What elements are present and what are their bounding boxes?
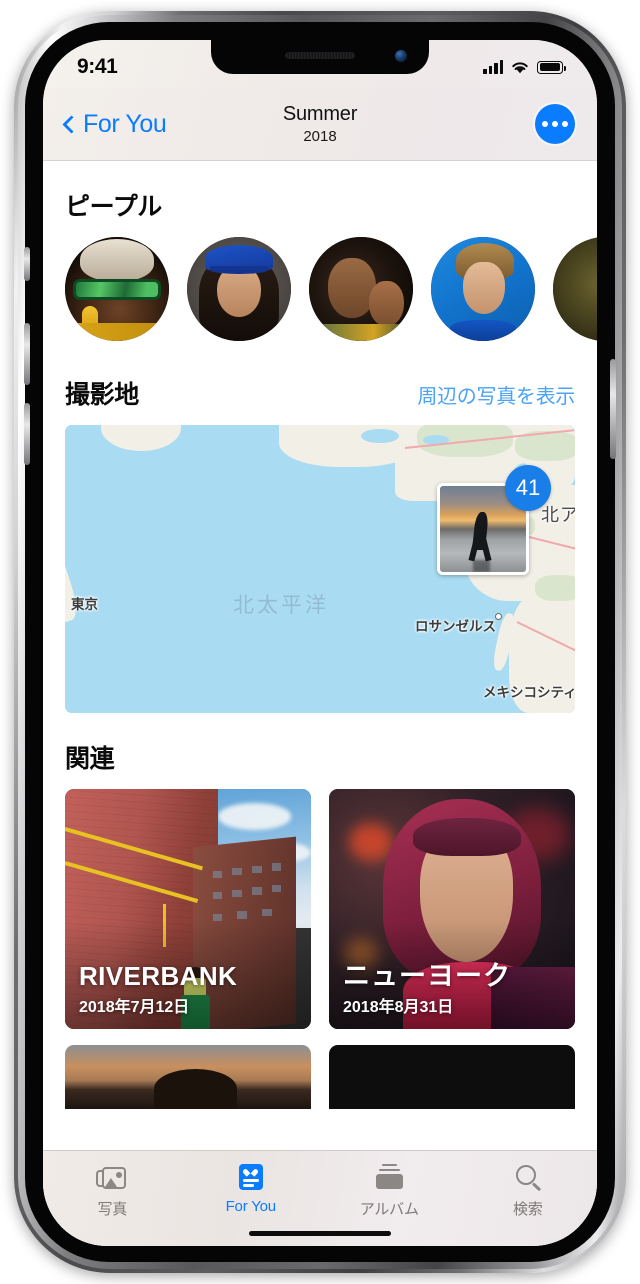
memory-card-date: 2018年8月31日 [343, 999, 454, 1016]
avatar[interactable] [431, 237, 535, 341]
map-city-dot-los-angeles [495, 613, 502, 620]
power-button[interactable] [610, 359, 616, 459]
people-section-title: ピープル [65, 193, 162, 221]
back-button[interactable]: For You [62, 109, 167, 139]
foryou-icon [235, 1163, 267, 1191]
front-camera-icon [395, 50, 407, 62]
places-section-header: 撮影地 周辺の写真を表示 [43, 349, 597, 425]
map-label-north-america: 北ア [541, 505, 575, 525]
related-section-header: 関連 [43, 713, 597, 789]
map-label-los-angeles: ロサンゼルス [415, 619, 496, 634]
phone-screen: 9:41 For You Summer 2018 ピープル 撮影地 周辺の写真を… [43, 40, 597, 1246]
ellipsis-icon-dot [542, 121, 548, 127]
back-button-label: For You [83, 109, 167, 138]
map-lake [361, 429, 399, 443]
map-label-mexico-city: メキシコシティ [483, 685, 575, 700]
earpiece-speaker-icon [285, 52, 355, 59]
ellipsis-icon-dot [562, 121, 568, 127]
tab-for-you[interactable]: For You [182, 1163, 321, 1215]
memory-card-title: ニューヨーク [343, 960, 511, 991]
cellular-bars-icon [483, 59, 503, 74]
memory-card-caption: RIVERBANK 2018年7月12日 [79, 960, 301, 1017]
battery-full-icon [537, 60, 566, 74]
map-label-tokyo: 東京 [71, 597, 98, 612]
avatar[interactable] [553, 237, 597, 341]
navigation-bar: For You Summer 2018 [43, 88, 597, 161]
device-notch [211, 40, 429, 74]
memory-card-newyork[interactable]: ニューヨーク 2018年8月31日 [329, 789, 575, 1029]
related-grid: RIVERBANK 2018年7月12日 ニューヨーク 2018年8月31日 [43, 789, 597, 1029]
chevron-left-icon [62, 114, 81, 134]
search-icon [512, 1163, 544, 1192]
avatar[interactable] [309, 237, 413, 341]
volume-up-button[interactable] [24, 323, 30, 385]
tab-search[interactable]: 検索 [459, 1163, 598, 1219]
places-section-title: 撮影地 [65, 381, 139, 409]
tab-photos-label: 写真 [97, 1201, 128, 1218]
tab-photos[interactable]: 写真 [43, 1163, 182, 1219]
silent-switch-button[interactable] [24, 247, 30, 281]
tab-albums-label: アルバム [359, 1201, 419, 1218]
tab-for-you-label: For You [225, 1198, 277, 1215]
wifi-icon [512, 61, 528, 73]
photos-icon [96, 1163, 128, 1191]
tab-albums[interactable]: アルバム [320, 1163, 459, 1219]
show-nearby-photos-link[interactable]: 周辺の写真を表示 [417, 380, 575, 409]
people-section-header: ピープル [43, 161, 597, 237]
volume-down-button[interactable] [24, 403, 30, 465]
map-vegetation [535, 575, 575, 601]
memory-card-caption: ニューヨーク 2018年8月31日 [343, 960, 565, 1017]
avatar[interactable] [187, 237, 291, 341]
avatar[interactable] [65, 237, 169, 341]
scroll-content[interactable]: ピープル 撮影地 周辺の写真を表示 東京 北太平洋 ロサンゼルス メキシコシティ… [43, 161, 597, 1246]
memory-card-date: 2018年7月12日 [79, 999, 190, 1016]
related-section-title: 関連 [65, 745, 115, 773]
screenshot-root: 9:41 For You Summer 2018 ピープル 撮影地 周辺の写真を… [0, 0, 640, 1284]
memory-card-partial[interactable] [329, 1045, 575, 1109]
photo-count-badge[interactable]: 41 [505, 465, 551, 511]
ellipsis-icon-dot [552, 121, 558, 127]
memory-card-riverbank[interactable]: RIVERBANK 2018年7月12日 [65, 789, 311, 1029]
status-indicators [483, 59, 566, 75]
people-carousel[interactable] [43, 237, 597, 349]
memory-card-partial[interactable] [65, 1045, 311, 1109]
memory-card-title: RIVERBANK [79, 960, 238, 991]
status-time: 9:41 [77, 55, 118, 78]
places-map[interactable]: 東京 北太平洋 ロサンゼルス メキシコシティ 北ア 41 [65, 425, 575, 713]
albums-icon [373, 1163, 405, 1191]
tab-search-label: 検索 [512, 1201, 543, 1218]
more-options-button[interactable] [535, 104, 575, 144]
map-label-pacific: 北太平洋 [233, 594, 329, 617]
related-grid-next-row [43, 1029, 597, 1109]
home-indicator[interactable] [249, 1231, 391, 1236]
phone-frame: 9:41 For You Summer 2018 ピープル 撮影地 周辺の写真を… [14, 11, 626, 1273]
